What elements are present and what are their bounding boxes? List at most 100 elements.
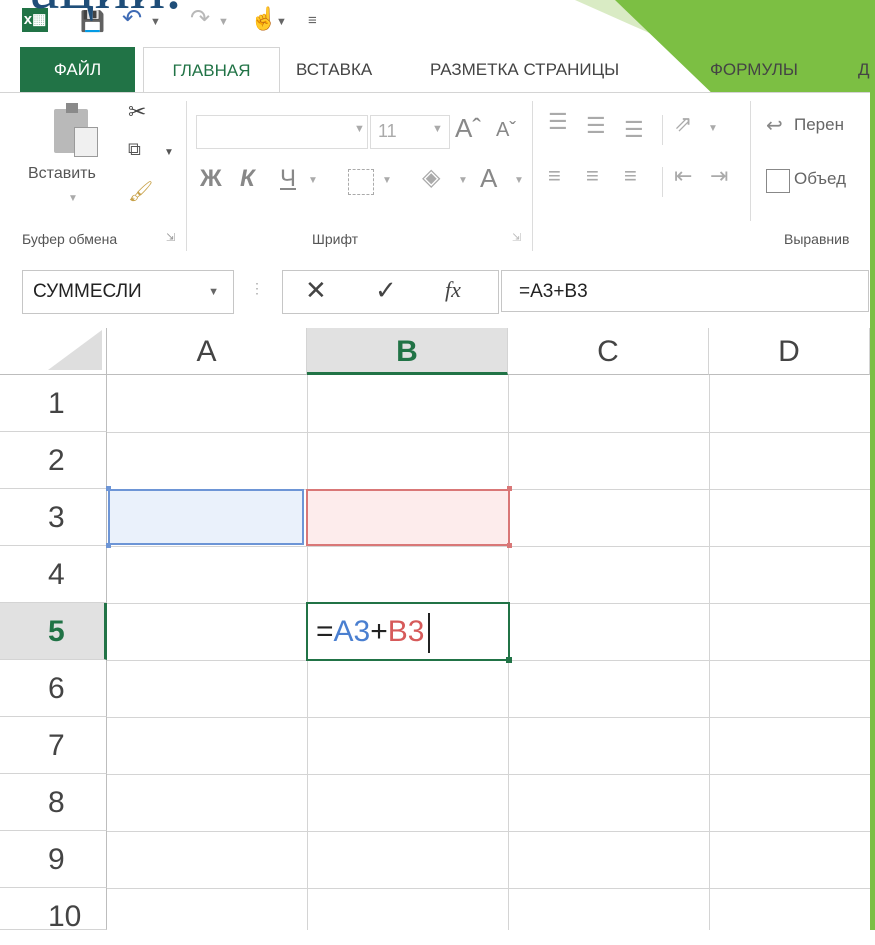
customize-qat-icon[interactable]: ≡ [308, 12, 317, 29]
underline-button[interactable]: Ч [280, 165, 296, 193]
underline-dropdown-icon[interactable]: ▼ [308, 175, 318, 186]
select-all-triangle-icon [48, 330, 102, 370]
copy-dropdown-icon[interactable]: ▼ [164, 147, 174, 158]
row-header-9[interactable]: 9 [0, 831, 107, 888]
row-header-5[interactable]: 5 [0, 603, 107, 660]
worksheet-grid: A B C D 1 2 3 4 5 6 7 8 9 10 =A3+B3 [0, 328, 870, 933]
tab-page-layout[interactable]: РАЗМЕТКА СТРАНИЦЫ [430, 47, 619, 92]
column-header-c[interactable]: C [508, 328, 709, 375]
font-size-value: 11 [378, 121, 397, 141]
ref-handle[interactable] [106, 486, 111, 491]
italic-button[interactable]: К [240, 165, 255, 193]
row-header-10[interactable]: 10 [0, 888, 107, 933]
fill-color-icon[interactable]: ◈ [422, 163, 440, 192]
fill-color-dropdown-icon[interactable]: ▼ [458, 175, 468, 186]
cut-icon[interactable]: ✂ [128, 99, 146, 125]
formula-input[interactable]: =A3+B3 [501, 270, 869, 312]
insert-function-button[interactable]: fx [445, 277, 461, 303]
ref-handle[interactable] [507, 486, 512, 491]
row-header-7[interactable]: 7 [0, 717, 107, 774]
column-header-b[interactable]: B [307, 328, 508, 375]
clipboard-launcher-icon[interactable]: ⇲ [166, 231, 175, 244]
gridline [107, 774, 870, 775]
decrease-indent-icon[interactable]: ⇤ [674, 163, 692, 189]
name-box[interactable]: СУММЕСЛИ ▼ [22, 270, 234, 314]
align-center-icon[interactable]: ≡ [586, 163, 599, 189]
increase-font-icon[interactable]: Aˆ [455, 113, 481, 144]
align-middle-icon[interactable]: ☰ [586, 113, 606, 139]
font-group-label: Шрифт [312, 231, 359, 247]
name-box-value: СУММЕСЛИ [33, 281, 142, 302]
clipboard-clip-icon [66, 103, 78, 113]
slide-title-fragment: ации. [30, 0, 182, 20]
align-separator [662, 167, 663, 197]
active-cell-b5[interactable]: =A3+B3 [306, 602, 510, 661]
paste-label[interactable]: Вставить [28, 165, 96, 183]
tab-data[interactable]: Д [858, 47, 870, 92]
row-header-1[interactable]: 1 [0, 375, 107, 432]
touch-mode-icon[interactable]: ☝ [250, 6, 277, 32]
redo-dropdown-icon[interactable]: ▼ [218, 16, 229, 28]
font-name-box[interactable] [196, 115, 368, 149]
row-header-3[interactable]: 3 [0, 489, 107, 546]
paste-button[interactable] [50, 103, 98, 159]
enter-icon[interactable]: ✓ [375, 275, 397, 306]
align-top-icon[interactable]: ☰ [548, 109, 568, 135]
font-color-button[interactable]: A [480, 163, 497, 194]
ref-handle[interactable] [106, 543, 111, 548]
edit-equals: = [316, 615, 334, 648]
tab-formulas[interactable]: ФОРМУЛЫ [710, 47, 798, 92]
font-color-dropdown-icon[interactable]: ▼ [514, 175, 524, 186]
borders-dropdown-icon[interactable]: ▼ [382, 175, 392, 186]
ribbon-tabs: ФАЙЛ ГЛАВНАЯ ВСТАВКА РАЗМЕТКА СТРАНИЦЫ Ф… [20, 47, 870, 94]
orientation-dropdown-icon[interactable]: ▼ [708, 123, 718, 134]
fill-handle[interactable] [506, 657, 512, 663]
orientation-icon[interactable]: ⇗ [674, 111, 692, 137]
align-bottom-icon[interactable]: ☰ [624, 117, 644, 143]
tab-home[interactable]: ГЛАВНАЯ [143, 47, 280, 94]
align-left-icon[interactable]: ≡ [548, 163, 561, 189]
wrap-text-icon[interactable]: ↩ [766, 113, 783, 138]
column-header-d[interactable]: D [709, 328, 870, 375]
gridline [107, 831, 870, 832]
paste-page-icon [74, 127, 98, 157]
align-right-icon[interactable]: ≡ [624, 163, 637, 189]
touch-mode-dropdown-icon[interactable]: ▼ [276, 16, 287, 28]
ref-handle[interactable] [507, 543, 512, 548]
decrease-font-icon[interactable]: Aˇ [496, 119, 516, 142]
merge-button[interactable]: Объед [794, 169, 846, 189]
bold-button[interactable]: Ж [200, 165, 222, 193]
text-cursor [428, 613, 431, 654]
format-painter-icon[interactable]: 🖌 [128, 179, 153, 204]
font-size-dropdown-icon[interactable]: ▼ [432, 123, 443, 135]
edit-ref-b3: B3 [387, 615, 425, 648]
column-header-a[interactable]: A [107, 328, 307, 375]
formula-bar: СУММЕСЛИ ▼ ⋮ ✕ ✓ fx =A3+B3 [0, 258, 870, 328]
group-separator [532, 101, 533, 251]
select-all-button[interactable] [0, 328, 107, 375]
increase-indent-icon[interactable]: ⇥ [710, 163, 728, 189]
row-header-2[interactable]: 2 [0, 432, 107, 489]
wrap-text-button[interactable]: Перен [794, 115, 844, 135]
font-launcher-icon[interactable]: ⇲ [512, 231, 521, 244]
gridline [107, 717, 870, 718]
row-header-4[interactable]: 4 [0, 546, 107, 603]
cancel-icon[interactable]: ✕ [305, 275, 327, 306]
paste-dropdown-icon[interactable]: ▼ [68, 193, 78, 204]
name-box-dropdown-icon[interactable]: ▼ [208, 271, 219, 313]
merge-icon[interactable] [766, 169, 790, 193]
cell-a3-reference[interactable] [108, 489, 304, 545]
align-group-label: Выравнив [784, 231, 850, 247]
borders-icon[interactable] [348, 169, 374, 195]
tab-insert[interactable]: ВСТАВКА [296, 47, 372, 92]
gridline [107, 432, 870, 433]
formula-bar-grip-icon[interactable]: ⋮ [250, 280, 264, 297]
tab-file[interactable]: ФАЙЛ [20, 47, 135, 92]
cell-b3-reference[interactable] [306, 489, 510, 546]
copy-icon[interactable]: ⧉ [128, 139, 141, 160]
row-header-6[interactable]: 6 [0, 660, 107, 717]
redo-icon[interactable]: ↷ [190, 4, 210, 33]
row-header-8[interactable]: 8 [0, 774, 107, 831]
formula-buttons: ✕ ✓ fx [282, 270, 499, 314]
font-name-dropdown-icon[interactable]: ▼ [354, 123, 365, 135]
